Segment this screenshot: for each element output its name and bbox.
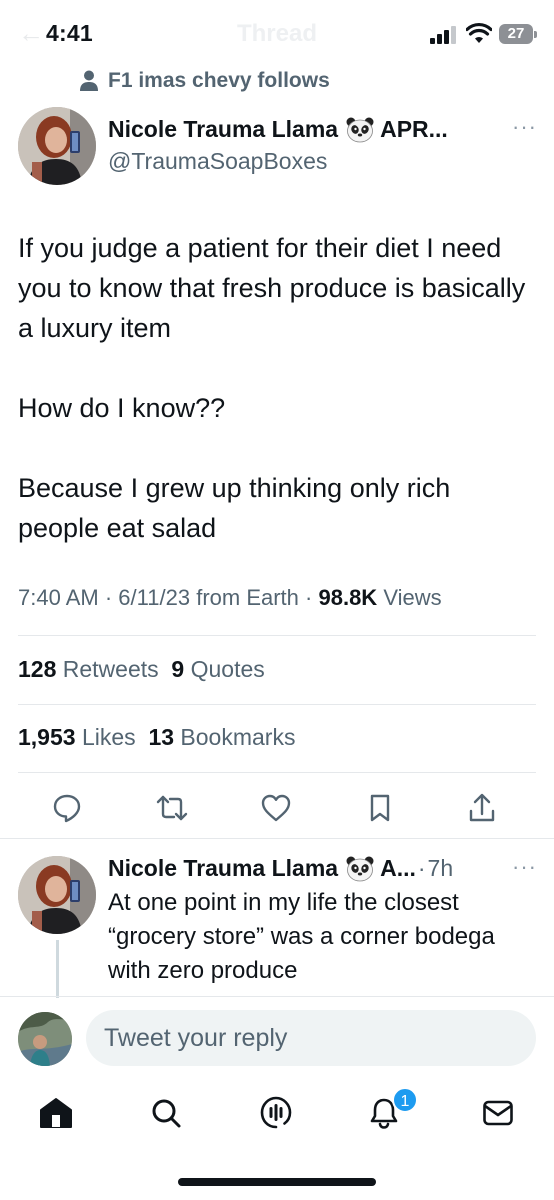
retweets-link[interactable]: 128 Retweets bbox=[18, 656, 159, 682]
tab-messages[interactable] bbox=[478, 1093, 518, 1133]
share-icon bbox=[469, 793, 495, 822]
notification-badge: 1 bbox=[392, 1087, 418, 1113]
reply-separator: · bbox=[417, 855, 426, 881]
retweet-button[interactable] bbox=[154, 790, 190, 826]
author-avatar[interactable] bbox=[18, 107, 96, 185]
home-indicator[interactable] bbox=[178, 1178, 376, 1186]
divider bbox=[18, 704, 536, 705]
reply-text: At one point in my life the closest “gro… bbox=[108, 889, 495, 984]
retweets-label: Retweets bbox=[62, 656, 159, 682]
reply-button[interactable] bbox=[49, 790, 85, 826]
author-name[interactable]: Nicole Trauma Llama APR... bbox=[108, 116, 448, 143]
tweet-meta: 7:40 AM · 6/11/23 from Earth · 98.8K Vie… bbox=[18, 585, 442, 610]
divider bbox=[18, 772, 536, 773]
reply-author-avatar[interactable] bbox=[18, 856, 96, 934]
retweet-stats: 128 Retweets 9 Quotes bbox=[18, 656, 265, 683]
reply-name-suffix: A... bbox=[380, 855, 416, 881]
divider bbox=[0, 996, 554, 997]
reply-time[interactable]: 7h bbox=[428, 855, 454, 882]
wifi-icon bbox=[466, 22, 492, 43]
battery-icon: 27 bbox=[499, 24, 537, 44]
tweet-date[interactable]: 6/11/23 bbox=[118, 585, 190, 610]
tweet-source: from Earth bbox=[196, 585, 299, 610]
tweet-text: If you judge a patient for their diet I … bbox=[18, 228, 538, 548]
author-name-suffix: APR... bbox=[380, 116, 448, 142]
tab-spaces[interactable] bbox=[256, 1093, 296, 1133]
bookmark-icon bbox=[370, 794, 390, 822]
retweet-icon bbox=[156, 795, 188, 821]
tweet-paragraph: How do I know?? bbox=[18, 393, 226, 423]
more-options-icon[interactable]: ··· bbox=[512, 114, 537, 140]
cellular-signal-icon bbox=[430, 26, 458, 44]
views-count: 98.8K bbox=[318, 585, 378, 610]
status-bar: ← Thread 4:41 27 bbox=[0, 0, 554, 64]
bookmarks-label: Bookmarks bbox=[180, 724, 296, 750]
social-context-text: F1 imas chevy follows bbox=[108, 69, 330, 92]
reply-icon bbox=[53, 794, 81, 823]
bookmarks-count: 13 bbox=[148, 724, 175, 750]
like-stats: 1,953 Likes 13 Bookmarks bbox=[18, 724, 295, 751]
reply-display-name: Nicole Trauma Llama bbox=[108, 855, 339, 881]
tab-home[interactable] bbox=[36, 1093, 76, 1133]
divider bbox=[0, 838, 554, 839]
bookmarks-link[interactable]: 13 Bookmarks bbox=[148, 724, 295, 750]
likes-count: 1,953 bbox=[18, 724, 76, 750]
divider bbox=[18, 635, 536, 636]
like-button[interactable] bbox=[258, 790, 294, 826]
panda-emoji bbox=[346, 117, 374, 142]
views-label: Views bbox=[383, 585, 442, 610]
author-display-name: Nicole Trauma Llama bbox=[108, 116, 339, 142]
social-context[interactable]: F1 imas chevy follows bbox=[80, 68, 330, 94]
share-button[interactable] bbox=[464, 790, 500, 826]
tweet-paragraph: If you judge a patient for their diet I … bbox=[18, 233, 526, 343]
my-avatar[interactable] bbox=[18, 1012, 72, 1066]
tweet-time[interactable]: 7:40 AM bbox=[18, 585, 99, 610]
likes-label: Likes bbox=[81, 724, 136, 750]
search-icon bbox=[152, 1099, 181, 1128]
retweets-count: 128 bbox=[18, 656, 57, 682]
quotes-link[interactable]: 9 Quotes bbox=[171, 656, 264, 682]
spaces-icon bbox=[260, 1096, 292, 1129]
reply-author-name[interactable]: Nicole Trauma Llama A... · 7h bbox=[108, 855, 453, 882]
status-time: 4:41 bbox=[46, 20, 93, 46]
reply-more-options-icon[interactable]: ··· bbox=[512, 854, 537, 880]
quotes-label: Quotes bbox=[190, 656, 265, 682]
like-icon bbox=[261, 794, 291, 822]
panda-emoji bbox=[346, 856, 374, 881]
tweet-paragraph: Because I grew up thinking only rich peo… bbox=[18, 473, 451, 543]
reply-input[interactable] bbox=[86, 1010, 536, 1066]
likes-link[interactable]: 1,953 Likes bbox=[18, 724, 136, 750]
home-icon bbox=[40, 1098, 72, 1128]
thread-line bbox=[56, 940, 59, 998]
person-icon bbox=[80, 70, 98, 91]
messages-icon bbox=[483, 1100, 513, 1126]
battery-level: 27 bbox=[499, 24, 533, 44]
author-handle[interactable]: @TraumaSoapBoxes bbox=[108, 148, 327, 175]
quotes-count: 9 bbox=[171, 656, 185, 682]
bookmark-button[interactable] bbox=[362, 790, 398, 826]
tab-search[interactable] bbox=[146, 1093, 186, 1133]
